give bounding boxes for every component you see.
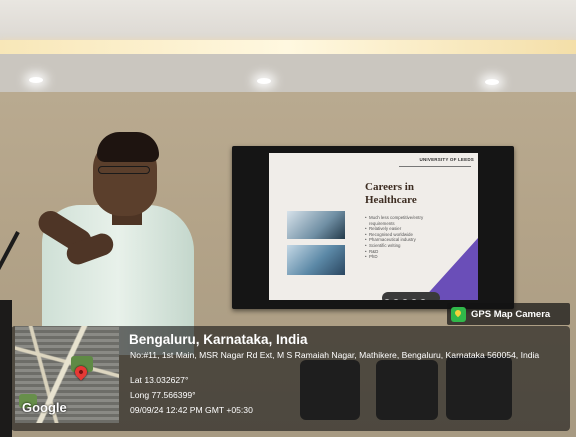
- timestamp: 09/09/24 12:42 PM GMT +05:30: [130, 405, 253, 415]
- photo-scene: UNIVERSITY OF LEEDS Careers in Healthcar…: [0, 0, 576, 437]
- gps-map-camera-icon: [451, 306, 466, 322]
- latitude: Lat 13.032627°: [130, 375, 189, 385]
- speaker-hair: [97, 132, 159, 162]
- gps-badge-label: GPS Map Camera: [471, 308, 551, 320]
- place-name: Bengaluru, Karnataka, India: [129, 332, 308, 347]
- longitude: Long 77.566399°: [130, 390, 196, 400]
- google-logo: Google: [22, 400, 67, 415]
- address: No:#11, 1st Main, MSR Nagar Rd Ext, M S …: [130, 350, 540, 360]
- speaker-glasses: [98, 166, 150, 174]
- gps-map-camera-badge: GPS Map Camera: [447, 303, 570, 325]
